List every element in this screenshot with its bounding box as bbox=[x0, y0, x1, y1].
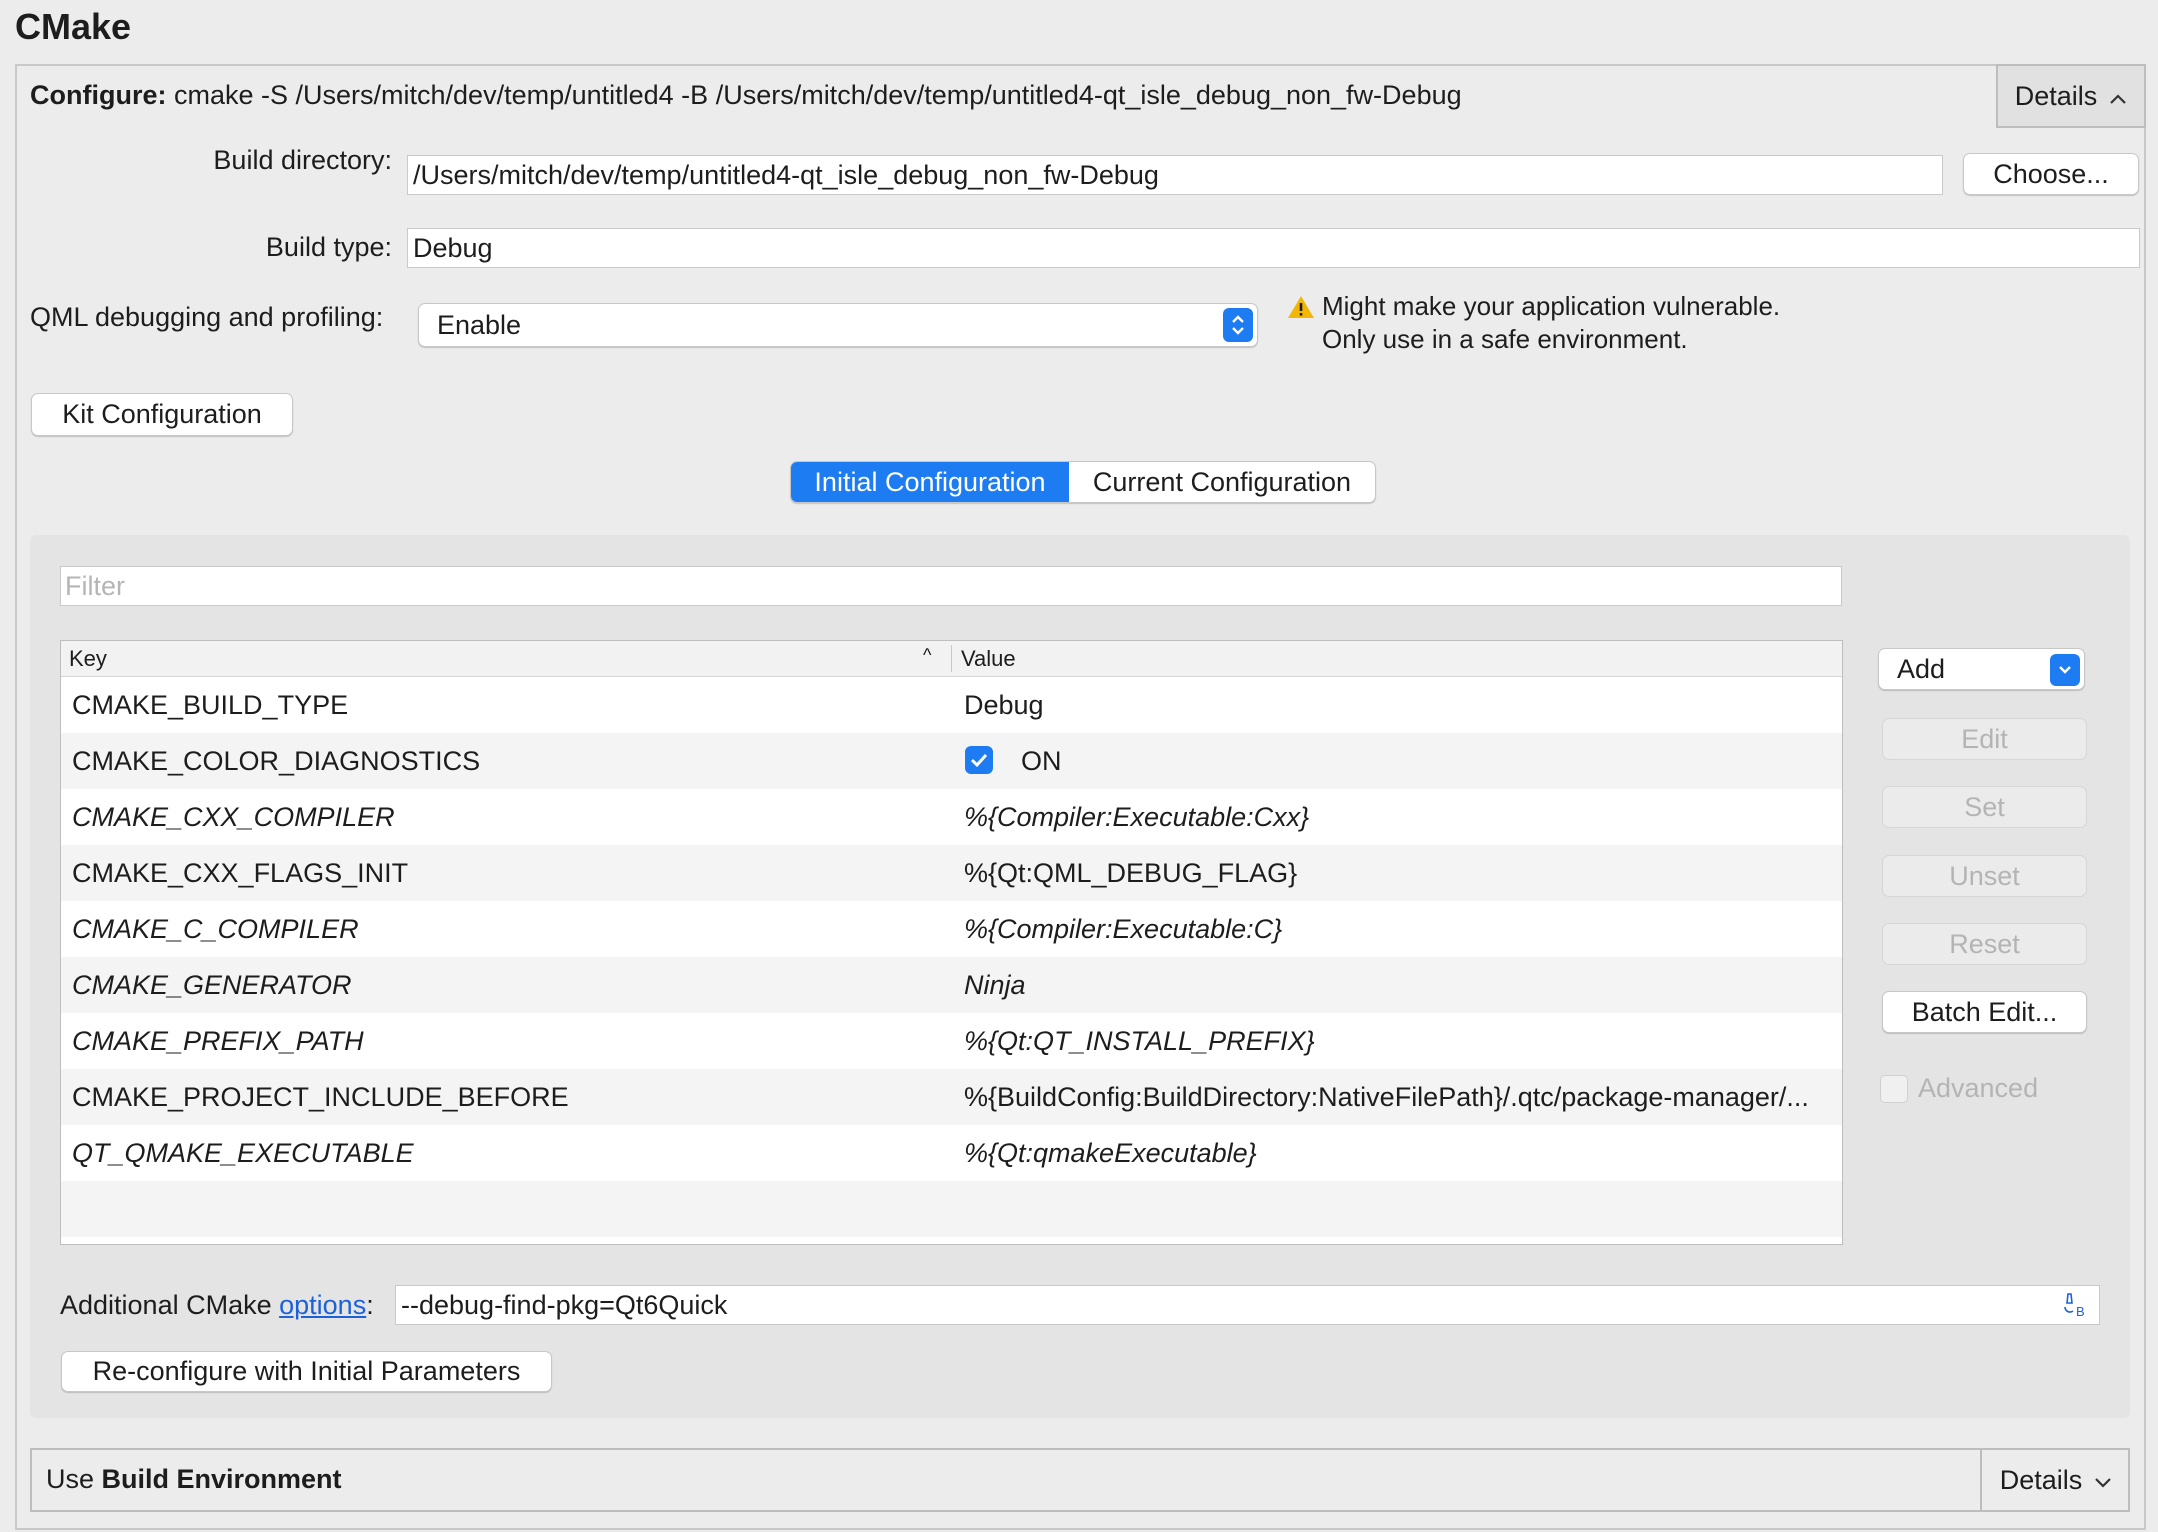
unset-button[interactable]: Unset bbox=[1882, 855, 2087, 897]
row-key: CMAKE_CXX_COMPILER bbox=[72, 802, 395, 832]
table-row[interactable]: CMAKE_PREFIX_PATH %{Qt:QT_INSTALL_PREFIX… bbox=[61, 1013, 1842, 1069]
updown-chevron-icon bbox=[1223, 308, 1253, 342]
additional-options-value: --debug-find-pkg=Qt6Quick bbox=[401, 1289, 728, 1320]
details-expand-button[interactable]: Details bbox=[1996, 64, 2146, 128]
variable-chooser-icon[interactable]: B bbox=[2061, 1292, 2089, 1324]
row-value: Debug bbox=[964, 690, 1044, 720]
table-header: Key ^ Value bbox=[61, 641, 1842, 677]
additional-options-suffix: : bbox=[366, 1290, 374, 1320]
build-environment-details-button[interactable]: Details bbox=[1980, 1448, 2130, 1512]
row-key: CMAKE_C_COMPILER bbox=[72, 914, 359, 944]
column-separator[interactable] bbox=[951, 645, 952, 672]
build-directory-field[interactable]: /Users/mitch/dev/temp/untitled4-qt_isle_… bbox=[407, 155, 1943, 195]
svg-text:B: B bbox=[2076, 1304, 2085, 1318]
table-row[interactable]: CMAKE_CXX_FLAGS_INIT %{Qt:QML_DEBUG_FLAG… bbox=[61, 845, 1842, 901]
row-key: CMAKE_CXX_FLAGS_INIT bbox=[72, 858, 409, 888]
additional-options-label: Additional CMake options: bbox=[60, 1290, 374, 1321]
table-row[interactable]: CMAKE_GENERATOR Ninja bbox=[61, 957, 1842, 1013]
build-environment-panel bbox=[30, 1448, 2130, 1512]
row-value: %{Qt:QML_DEBUG_FLAG} bbox=[964, 858, 1298, 888]
advanced-label: Advanced bbox=[1918, 1073, 2039, 1103]
row-key: CMAKE_COLOR_DIAGNOSTICS bbox=[72, 746, 481, 776]
row-key: CMAKE_BUILD_TYPE bbox=[72, 690, 349, 720]
filter-input[interactable]: Filter bbox=[60, 566, 1842, 606]
qml-debugging-value: Enable bbox=[437, 309, 522, 340]
row-key: CMAKE_PROJECT_INCLUDE_BEFORE bbox=[72, 1082, 569, 1112]
table-row[interactable]: CMAKE_COLOR_DIAGNOSTICS ON bbox=[61, 733, 1842, 789]
build-type-label: Build type: bbox=[265, 232, 392, 262]
column-header-value[interactable]: Value bbox=[961, 646, 1016, 672]
warning-icon bbox=[1287, 294, 1315, 325]
warning-line-1: Might make your application vulnerable. bbox=[1322, 291, 1781, 321]
row-key: CMAKE_GENERATOR bbox=[72, 970, 352, 1000]
additional-options-prefix: Additional CMake bbox=[60, 1290, 280, 1320]
sort-ascending-icon: ^ bbox=[923, 645, 932, 665]
table-row[interactable]: CMAKE_C_COMPILER %{Compiler:Executable:C… bbox=[61, 901, 1842, 957]
row-value: %{BuildConfig:BuildDirectory:NativeFileP… bbox=[964, 1082, 1809, 1112]
chevron-down-icon bbox=[2094, 1465, 2112, 1496]
table-row[interactable]: CMAKE_PROJECT_INCLUDE_BEFORE %{BuildConf… bbox=[61, 1069, 1842, 1125]
row-key: QT_QMAKE_EXECUTABLE bbox=[72, 1138, 414, 1168]
row-value: %{Compiler:Executable:C} bbox=[964, 914, 1283, 944]
table-row[interactable]: CMAKE_CXX_COMPILER %{Compiler:Executable… bbox=[61, 789, 1842, 845]
chevron-down-icon bbox=[2050, 654, 2080, 686]
options-link[interactable]: options bbox=[279, 1290, 366, 1320]
build-environment-label: Use Build Environment bbox=[46, 1464, 342, 1495]
column-header-key[interactable]: Key bbox=[69, 646, 107, 672]
table-row[interactable]: QT_QMAKE_EXECUTABLE %{Qt:qmakeExecutable… bbox=[61, 1125, 1842, 1181]
qml-debugging-select[interactable]: Enable bbox=[418, 303, 1258, 347]
build-environment-prefix: Use bbox=[46, 1464, 102, 1494]
reset-button[interactable]: Reset bbox=[1882, 923, 2087, 965]
chevron-up-icon bbox=[2109, 81, 2127, 112]
table-row[interactable]: CMAKE_BUILD_TYPE Debug bbox=[61, 677, 1842, 733]
advanced-checkbox[interactable]: Advanced bbox=[1880, 1073, 2038, 1104]
cmake-variables-table[interactable]: Key ^ Value CMAKE_BUILD_TYPE Debug CMAKE… bbox=[60, 640, 1843, 1245]
checkbox-checked-icon[interactable] bbox=[965, 746, 993, 774]
table-empty-row bbox=[61, 1181, 1842, 1237]
choose-button[interactable]: Choose... bbox=[1963, 153, 2139, 195]
set-button[interactable]: Set bbox=[1882, 786, 2087, 828]
build-directory-label: Build directory: bbox=[213, 145, 392, 175]
configure-label: Configure: bbox=[30, 80, 167, 110]
details-label: Details bbox=[2014, 80, 2098, 111]
row-value: Ninja bbox=[964, 970, 1026, 1000]
section-title: CMake bbox=[15, 6, 132, 47]
tab-initial-configuration[interactable]: Initial Configuration bbox=[791, 462, 1069, 502]
add-select[interactable]: Add bbox=[1878, 648, 2085, 690]
qml-warning-text: Might make your application vulnerable. … bbox=[1322, 290, 1780, 356]
row-value: %{Qt:qmakeExecutable} bbox=[964, 1138, 1257, 1168]
edit-button[interactable]: Edit bbox=[1882, 718, 2087, 760]
details-label: Details bbox=[1999, 1464, 2083, 1495]
kit-configuration-button[interactable]: Kit Configuration bbox=[31, 393, 293, 436]
reconfigure-button[interactable]: Re-configure with Initial Parameters bbox=[61, 1351, 552, 1392]
build-environment-bold: Build Environment bbox=[101, 1464, 342, 1494]
configure-command: cmake -S /Users/mitch/dev/temp/untitled4… bbox=[174, 80, 1462, 110]
configure-line: Configure: cmake -S /Users/mitch/dev/tem… bbox=[30, 80, 1462, 111]
warning-line-2: Only use in a safe environment. bbox=[1322, 324, 1688, 354]
row-value: ON bbox=[1021, 746, 1062, 776]
additional-options-field[interactable]: --debug-find-pkg=Qt6Quick B bbox=[395, 1285, 2100, 1325]
configuration-tabs: Initial Configuration Current Configurat… bbox=[790, 461, 1376, 503]
checkbox-unchecked-icon bbox=[1880, 1074, 1908, 1103]
add-label: Add bbox=[1897, 653, 1946, 684]
build-type-field[interactable]: Debug bbox=[407, 228, 2140, 268]
row-value: %{Compiler:Executable:Cxx} bbox=[964, 802, 1310, 832]
row-value: %{Qt:QT_INSTALL_PREFIX} bbox=[964, 1026, 1315, 1056]
tab-current-configuration[interactable]: Current Configuration bbox=[1069, 462, 1375, 502]
batch-edit-button[interactable]: Batch Edit... bbox=[1882, 991, 2087, 1033]
row-key: CMAKE_PREFIX_PATH bbox=[72, 1026, 364, 1056]
qml-debugging-label: QML debugging and profiling: bbox=[30, 302, 384, 332]
